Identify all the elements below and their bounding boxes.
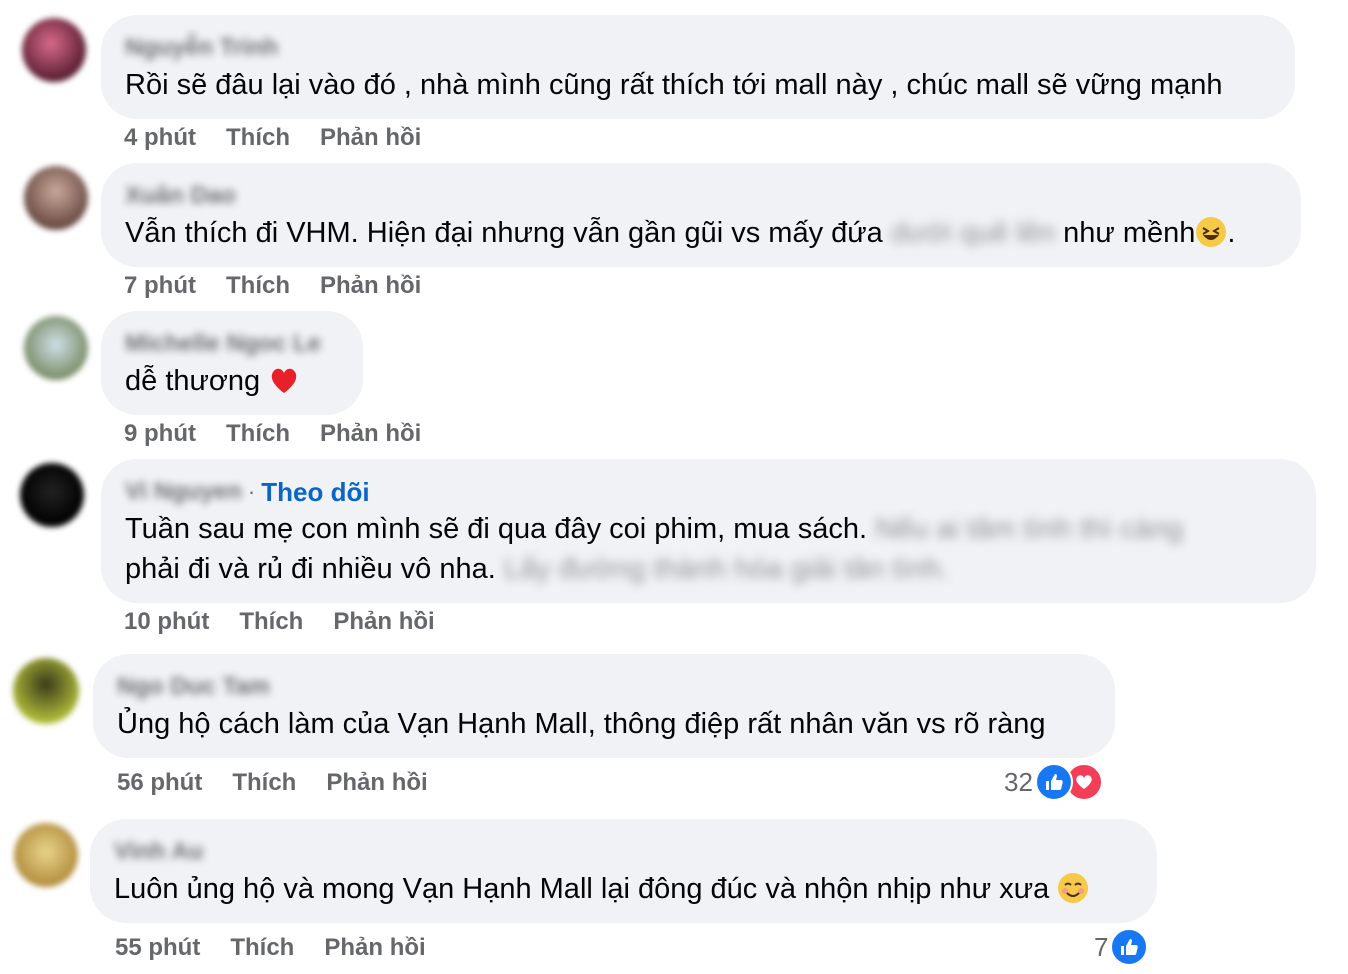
reaction-summary[interactable]: 32 [1004, 763, 1103, 801]
avatar[interactable] [20, 463, 84, 527]
comment-time[interactable]: 7 phút [124, 272, 196, 299]
hidden-text: Lấy đường thành hóa giải tân tình. [503, 553, 949, 585]
like-button[interactable]: Thích [226, 272, 290, 299]
comment-actions: 9 phút Thích Phản hồi [124, 420, 451, 448]
separator-dot: · [247, 479, 256, 504]
reply-button[interactable]: Phản hồi [320, 420, 421, 447]
comment-text: Luôn ủng hộ và mong Vạn Hạnh Mall lại đô… [114, 869, 1089, 909]
comment-text-part: Luôn ủng hộ và mong Vạn Hạnh Mall lại đô… [114, 873, 1050, 905]
like-button[interactable]: Thích [232, 769, 296, 796]
comment-time[interactable]: 55 phút [115, 934, 200, 961]
comment-bubble: Nguyễn Trinh Rồi sẽ đâu lại vào đó , nhà… [101, 15, 1295, 119]
comment-text: dễ thương [125, 361, 300, 401]
comment-text: Vẫn thích đi VHM. Hiện đại nhưng vẫn gần… [125, 213, 1235, 253]
comment-text-part: Vẫn thích đi VHM. Hiện đại nhưng vẫn gần… [125, 217, 883, 249]
comment-text: Ủng hộ cách làm của Vạn Hạnh Mall, thông… [117, 708, 1046, 740]
comment-author[interactable]: Vinh Au [114, 838, 203, 866]
avatar[interactable] [24, 166, 88, 230]
smiling-emoji-icon [1058, 873, 1089, 903]
avatar[interactable] [13, 658, 79, 724]
comment-actions: 56 phút Thích Phản hồi [117, 769, 458, 797]
avatar[interactable] [14, 823, 78, 887]
comment-author[interactable]: Michelle Ngoc Le [125, 330, 321, 358]
reply-button[interactable]: Phản hồi [324, 934, 425, 961]
like-icon [1110, 928, 1149, 966]
comment-time[interactable]: 56 phút [117, 769, 202, 796]
comment-bubble: Xuân Dao Vẫn thích đi VHM. Hiện đại nhưn… [101, 163, 1301, 267]
comment-text-line-2: phải đi và rủ đi nhiều vô nha. Lấy đường… [125, 549, 949, 589]
comment-text-part: Tuần sau mẹ con mình sẽ đi qua đây coi p… [125, 513, 868, 545]
comment-text-part: phải đi và rủ đi nhiều vô nha. [125, 553, 496, 585]
like-button[interactable]: Thích [226, 420, 290, 447]
laughing-emoji-icon [1196, 217, 1227, 247]
like-icon [1034, 763, 1073, 801]
like-button[interactable]: Thích [230, 934, 294, 961]
reply-button[interactable]: Phản hồi [320, 272, 421, 299]
hidden-text: Nếu ai tâm tình thì càng [875, 513, 1184, 545]
comment-author[interactable]: Vi Nguyen [125, 478, 242, 506]
comment-author[interactable]: Nguyễn Trinh [125, 34, 278, 62]
comment-actions: 7 phút Thích Phản hồi [124, 272, 451, 300]
reply-button[interactable]: Phản hồi [333, 608, 434, 635]
like-button[interactable]: Thích [239, 608, 303, 635]
comment-actions: 4 phút Thích Phản hồi [124, 124, 451, 152]
comment-author[interactable]: Xuân Dao [125, 182, 236, 210]
comment-actions: 10 phút Thích Phản hồi [124, 608, 465, 636]
comment-author[interactable]: Ngo Duc Tam [117, 673, 270, 701]
reaction-count: 32 [1004, 766, 1033, 797]
avatar[interactable] [22, 18, 86, 82]
comment-bubble: Michelle Ngoc Le dễ thương [101, 311, 363, 415]
comment-time[interactable]: 9 phút [124, 420, 196, 447]
comment-text: Rồi sẽ đâu lại vào đó , nhà mình cũng rấ… [125, 69, 1223, 101]
hidden-text: dưới quê lên [890, 217, 1056, 249]
comment-bubble: Vi Nguyen · Theo dõi Tuần sau mẹ con mình … [101, 459, 1316, 603]
reply-button[interactable]: Phản hồi [320, 124, 421, 151]
heart-emoji-icon [272, 368, 297, 393]
reaction-count: 7 [1094, 931, 1109, 962]
comment-time[interactable]: 10 phút [124, 608, 209, 635]
avatar[interactable] [24, 316, 88, 380]
comment-text-part: dễ thương [125, 365, 261, 397]
comment-bubble: Vinh Au Luôn ủng hộ và mong Vạn Hạnh Mal… [90, 819, 1157, 923]
like-button[interactable]: Thích [226, 124, 290, 151]
reply-button[interactable]: Phản hồi [326, 769, 427, 796]
comment-bubble: Ngo Duc Tam Ủng hộ cách làm của Vạn Hạnh… [93, 654, 1115, 758]
follow-button[interactable]: Theo dõi [261, 477, 369, 508]
comment-actions: 55 phút Thích Phản hồi [115, 934, 456, 962]
comment-text-part: . [1227, 217, 1236, 249]
comment-text-part: như mềnh [1063, 217, 1196, 249]
reaction-summary[interactable]: 7 [1094, 928, 1149, 966]
comment-text-line-1: Tuần sau mẹ con mình sẽ đi qua đây coi p… [125, 509, 1183, 549]
comment-time[interactable]: 4 phút [124, 124, 196, 151]
